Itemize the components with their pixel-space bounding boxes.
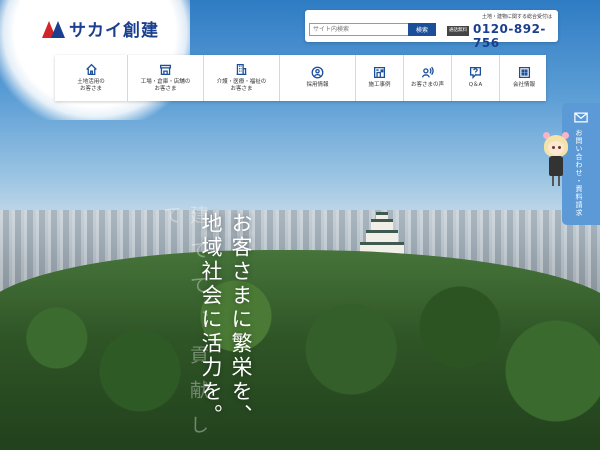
nav-item-company[interactable]: 会社情報 — [500, 55, 548, 101]
contact-caption: 土地・建物に関する総合受付は — [481, 14, 552, 20]
nav-item-land-use[interactable]: 土地活用の お客さま — [55, 55, 128, 101]
contact-side-tab-label: お問い合わせ・資料請求 — [575, 129, 583, 217]
nav-label: 施工事例 — [368, 82, 391, 89]
global-navigation: 土地活用の お客さま 工場・倉庫・店舗の お客さま 介護・医療・福祉の お客さま… — [55, 55, 546, 101]
nav-label: Q＆A — [468, 82, 483, 89]
nav-item-qa[interactable]: Q＆A — [452, 55, 500, 101]
nav-label: 会社情報 — [512, 82, 535, 89]
phone-number-link[interactable]: 0120-892-756 — [473, 22, 558, 50]
toll-free-badge: 通話無料 — [447, 26, 469, 36]
nav-item-factory-warehouse-store[interactable]: 工場・倉庫・店舗の お客さま — [128, 55, 204, 101]
company-icon — [518, 67, 530, 79]
mascot-character-icon — [541, 132, 571, 188]
nav-item-care-medical-welfare[interactable]: 介護・医療・福祉の お客さま — [204, 55, 280, 101]
logo-mark-icon — [42, 20, 66, 38]
nav-label: 採用情報 — [306, 82, 329, 89]
nav-item-customer-voice[interactable]: お客さまの声 — [404, 55, 452, 101]
shop-icon — [159, 64, 172, 75]
search-button[interactable]: 検索 — [408, 23, 436, 36]
nav-label: 工場・倉庫・店舗の お客さま — [140, 78, 191, 92]
hero-slogan-line1: お客さまに繁栄を、 — [229, 212, 253, 428]
person-icon — [311, 66, 324, 79]
site-search-input[interactable] — [309, 23, 409, 36]
brand-name: サカイ創建 — [69, 21, 159, 41]
nav-label: お客さまの声 — [410, 82, 444, 89]
house-icon — [85, 63, 97, 75]
hero-slogan-line2: 地域社会に活力を。 — [199, 212, 223, 428]
site-logo[interactable]: サカイ創建 — [42, 16, 159, 41]
header-utility-box: 検索 土地・建物に関する総合受付は 通話無料 0120-892-756 — [305, 10, 558, 50]
case-icon — [373, 67, 386, 79]
nav-label: 土地活用の お客さま — [77, 78, 105, 92]
forest-hill-background — [0, 250, 600, 450]
building-icon — [236, 63, 247, 75]
voice-icon — [421, 67, 434, 78]
nav-item-recruit[interactable]: 採用情報 — [280, 55, 356, 101]
mail-icon — [574, 112, 588, 123]
nav-label: 介護・医療・福祉の お客さま — [216, 78, 267, 92]
question-icon — [469, 67, 482, 80]
nav-item-cases[interactable]: 施工事例 — [356, 55, 404, 101]
